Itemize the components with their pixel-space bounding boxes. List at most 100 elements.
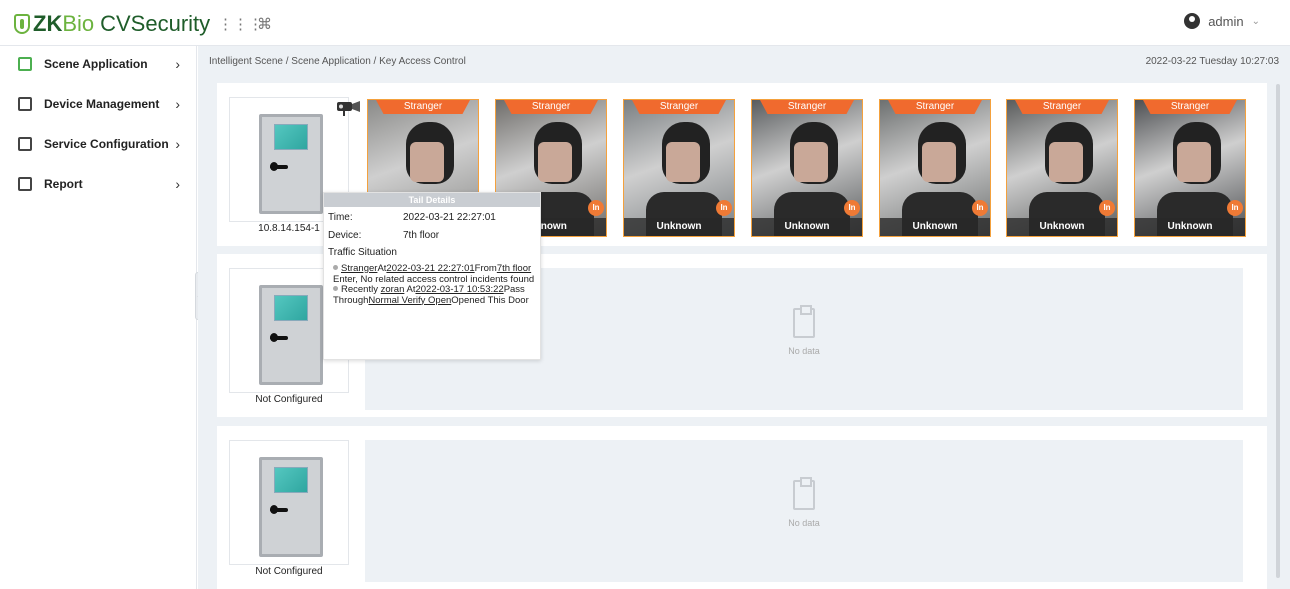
direction-in-badge: In bbox=[1227, 200, 1243, 216]
sidebar: Scene Application › Device Management › … bbox=[0, 46, 197, 589]
person-name: Unknown bbox=[1007, 218, 1117, 236]
face-photo bbox=[624, 100, 734, 236]
no-data-area: No data bbox=[365, 440, 1243, 582]
chevron-right-icon: › bbox=[175, 176, 180, 192]
person-name: Unknown bbox=[1135, 218, 1245, 236]
bullet-icon bbox=[333, 265, 338, 270]
direction-in-badge: In bbox=[972, 200, 988, 216]
sidebar-item-scene-application[interactable]: Scene Application › bbox=[0, 44, 196, 84]
person-link[interactable]: zoran bbox=[381, 284, 405, 295]
app-root: ZK Bio CVSecurity ⋮⋮⋮ ⌘ admin ⌄ Scene Ap… bbox=[0, 0, 1290, 589]
door-icon bbox=[259, 457, 323, 557]
report-icon bbox=[18, 177, 32, 191]
snapshot-card[interactable]: Stranger Unknown In bbox=[1134, 99, 1246, 237]
sidebar-item-label: Scene Application bbox=[44, 57, 148, 71]
door-label: Not Configured bbox=[255, 566, 323, 577]
tail-details-tooltip: Tail Details Time: 2022-03-21 22:27:01 D… bbox=[323, 192, 541, 360]
sidebar-item-label: Report bbox=[44, 177, 83, 191]
clipboard-icon bbox=[793, 477, 815, 510]
bullet-icon bbox=[333, 286, 338, 291]
door-icon bbox=[259, 285, 323, 385]
device-value: 7th floor bbox=[403, 230, 440, 241]
chevron-right-icon: › bbox=[175, 136, 180, 152]
shield-logo-icon bbox=[14, 14, 30, 34]
door-label: Not Configured bbox=[255, 394, 323, 405]
scene-icon bbox=[18, 57, 32, 71]
stranger-tag: Stranger bbox=[504, 100, 598, 114]
traffic-lines: Stranger At 2022-03-21 22:27:01From7th flo… bbox=[333, 263, 538, 306]
user-name: admin bbox=[1208, 13, 1244, 29]
direction-in-badge: In bbox=[844, 200, 860, 216]
face-photo bbox=[1135, 100, 1245, 236]
stranger-tag: Stranger bbox=[760, 100, 854, 114]
traffic-situation-heading: Traffic Situation bbox=[328, 247, 397, 258]
direction-in-badge: In bbox=[1099, 200, 1115, 216]
chevron-down-icon: ⌄ bbox=[1251, 15, 1260, 27]
sidebar-item-label: Service Configuration bbox=[44, 137, 169, 151]
stranger-tag: Stranger bbox=[1015, 100, 1109, 114]
time-link[interactable]: 2022-03-17 10:53:22 bbox=[415, 284, 503, 295]
device-link[interactable]: 7th floor bbox=[497, 263, 531, 274]
breadcrumb: Intelligent Scene / Scene Application / … bbox=[209, 56, 466, 67]
face-photo bbox=[1007, 100, 1117, 236]
person-name: Unknown bbox=[752, 218, 862, 236]
current-datetime: 2022-03-22 Tuesday 10:27:03 bbox=[1145, 56, 1279, 67]
traffic-line-1: StrangerAt2022-03-21 22:27:01From7th flo… bbox=[333, 263, 538, 285]
person-name: Unknown bbox=[880, 218, 990, 236]
top-header: ZK Bio CVSecurity ⋮⋮⋮ ⌘ admin ⌄ bbox=[0, 0, 1290, 46]
traffic-line-2: Recently zoran At2022-03-17 10:53:22Pass… bbox=[333, 284, 538, 306]
time-label: Time: bbox=[328, 212, 353, 223]
person-name: Unknown bbox=[624, 218, 734, 236]
user-menu[interactable]: admin ⌄ bbox=[1184, 13, 1260, 29]
tooltip-device-row: Device: 7th floor bbox=[328, 230, 439, 241]
command-icon[interactable]: ⌘ bbox=[257, 15, 272, 33]
stranger-tag: Stranger bbox=[632, 100, 726, 114]
logo-cvsecurity: CVSecurity bbox=[100, 11, 211, 36]
snapshot-card[interactable]: Stranger Unknown In bbox=[879, 99, 991, 237]
tooltip-title: Tail Details bbox=[324, 193, 540, 207]
verify-mode-link[interactable]: Normal Verify Open bbox=[368, 295, 451, 306]
clipboard-icon bbox=[793, 305, 815, 338]
no-data-text: No data bbox=[788, 518, 820, 528]
face-photo bbox=[752, 100, 862, 236]
tooltip-time-row: Time: 2022-03-21 22:27:01 bbox=[328, 212, 496, 223]
text-at: At bbox=[404, 284, 416, 295]
time-link[interactable]: 2022-03-21 22:27:01 bbox=[386, 263, 474, 274]
stranger-tag: Stranger bbox=[888, 100, 982, 114]
sidebar-item-report[interactable]: Report › bbox=[0, 164, 196, 204]
service-icon bbox=[18, 137, 32, 151]
door-panel: Not Configured No data bbox=[217, 426, 1267, 589]
chevron-right-icon: › bbox=[175, 96, 180, 112]
stranger-tag: Stranger bbox=[1143, 100, 1237, 114]
no-data-text: No data bbox=[788, 346, 820, 356]
sidebar-item-service-configuration[interactable]: Service Configuration › bbox=[0, 124, 196, 164]
sidebar-item-device-management[interactable]: Device Management › bbox=[0, 84, 196, 124]
device-label: Device: bbox=[328, 230, 362, 241]
door-frame bbox=[229, 440, 349, 565]
snapshot-card[interactable]: Stranger Unknown In bbox=[1006, 99, 1118, 237]
door-icon bbox=[259, 114, 323, 214]
door-card[interactable]: Not Configured bbox=[229, 440, 349, 580]
direction-in-badge: In bbox=[716, 200, 732, 216]
stranger-link[interactable]: Stranger bbox=[341, 263, 377, 274]
text-recently: Recently bbox=[341, 284, 381, 295]
brand-logo[interactable]: ZK Bio CVSecurity bbox=[14, 11, 210, 37]
camera-icon[interactable] bbox=[335, 99, 361, 117]
snapshot-card[interactable]: Stranger Unknown In bbox=[751, 99, 863, 237]
direction-in-badge: In bbox=[588, 200, 604, 216]
vertical-scrollbar[interactable] bbox=[1276, 84, 1280, 578]
snapshot-card[interactable]: Stranger Unknown In bbox=[623, 99, 735, 237]
stranger-tag: Stranger bbox=[376, 100, 470, 114]
device-icon bbox=[18, 97, 32, 111]
no-data: No data bbox=[365, 477, 1243, 528]
text-rest: Opened This Door bbox=[451, 294, 529, 306]
face-photo bbox=[880, 100, 990, 236]
time-value: 2022-03-21 22:27:01 bbox=[403, 212, 496, 223]
sidebar-item-label: Device Management bbox=[44, 97, 160, 111]
logo-bio: Bio bbox=[62, 11, 95, 36]
text-rest: Enter, No related access control inciden… bbox=[333, 273, 535, 285]
chevron-right-icon: › bbox=[175, 56, 180, 72]
text-from: From bbox=[474, 263, 497, 274]
logo-zk: ZK bbox=[33, 11, 63, 36]
user-avatar-icon bbox=[1184, 13, 1201, 29]
